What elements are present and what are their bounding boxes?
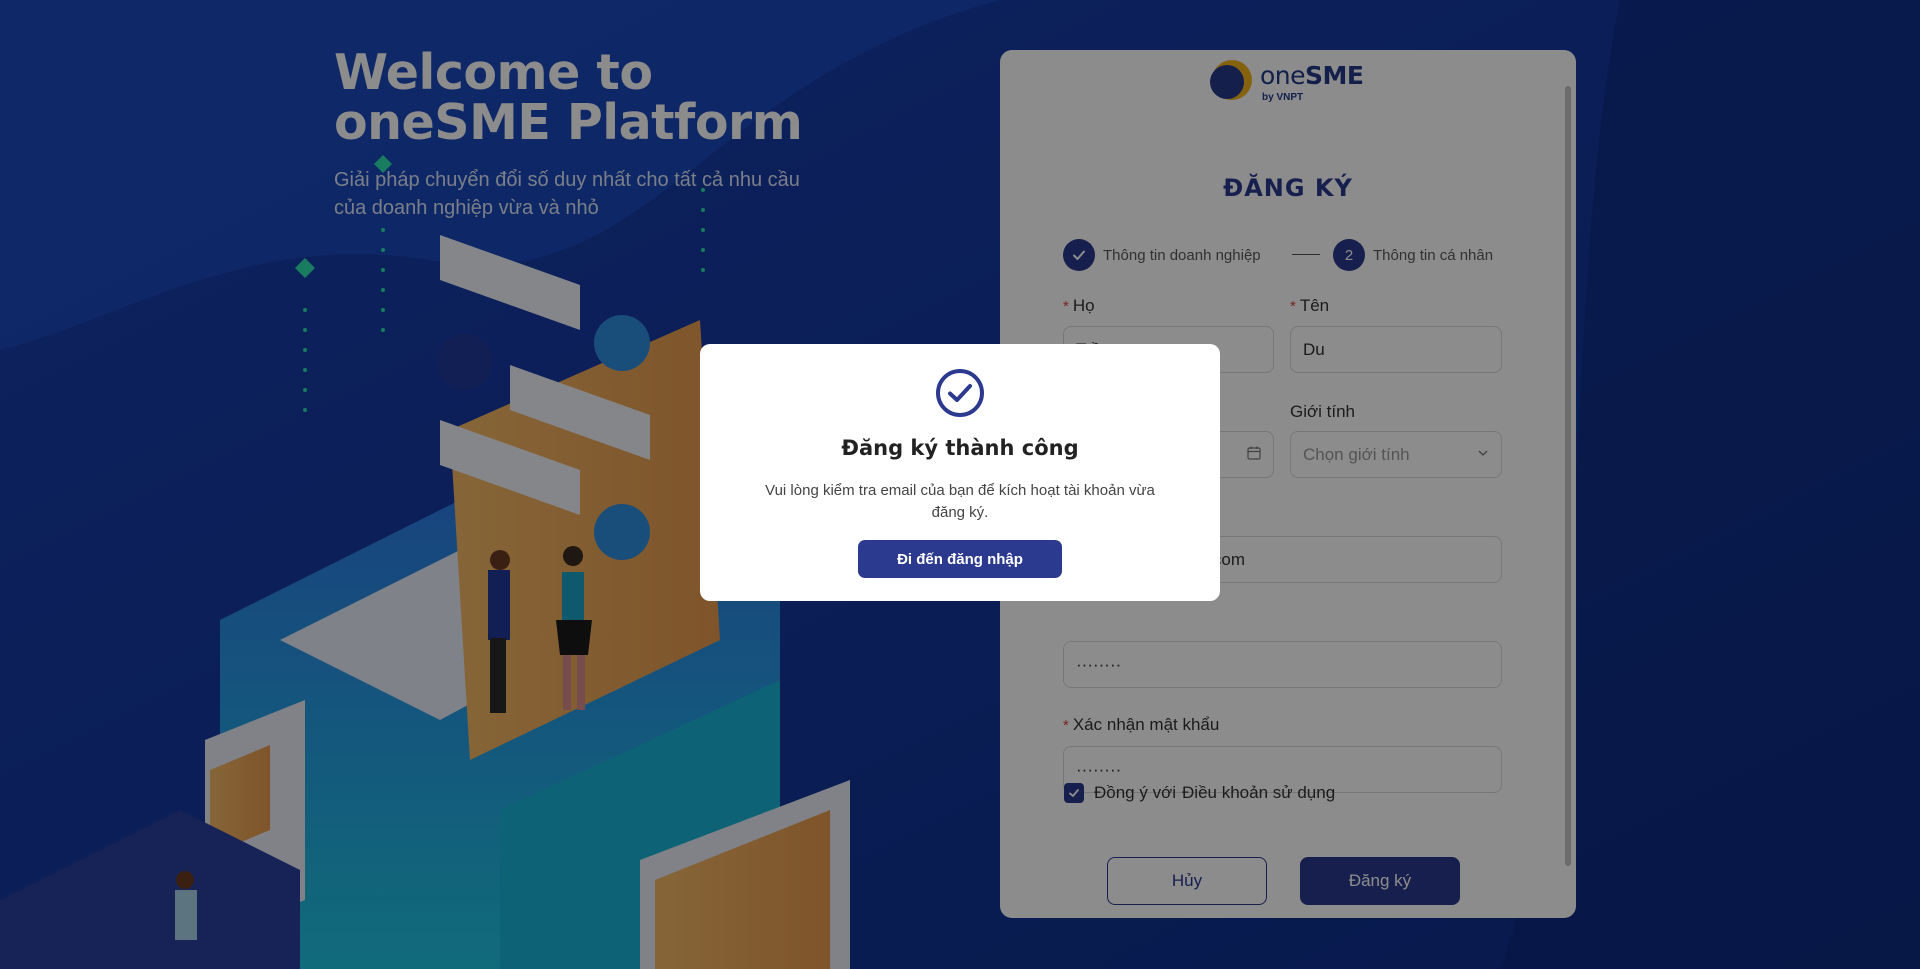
success-check-icon <box>936 369 984 417</box>
success-modal: Đăng ký thành công Vui lòng kiểm tra ema… <box>700 344 1220 601</box>
modal-message: Vui lòng kiểm tra email của bạn để kích … <box>765 482 1155 521</box>
go-to-login-button[interactable]: Đi đến đăng nhập <box>858 540 1062 578</box>
modal-title: Đăng ký thành công <box>841 436 1079 460</box>
